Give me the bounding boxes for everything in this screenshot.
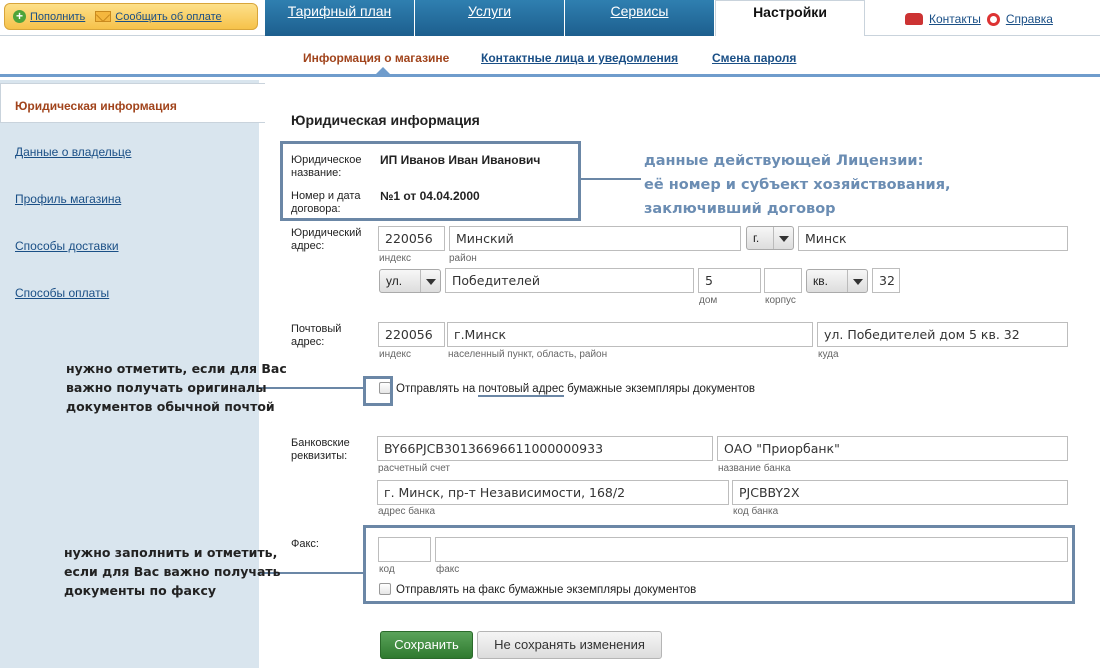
legal-index-input[interactable]: 220056	[378, 226, 445, 251]
annotation-box-postal-checkbox	[363, 376, 393, 406]
legal-locality-input[interactable]: Минск	[798, 226, 1068, 251]
hint-building: корпус	[765, 295, 796, 306]
top-bar: + Пополнить Сообщить об оплате Тарифный …	[0, 0, 1100, 36]
street-input[interactable]: Победителей	[445, 268, 694, 293]
contacts-link[interactable]: Контакты	[929, 12, 981, 26]
topup-link[interactable]: Пополнить	[30, 11, 85, 23]
annotation-connector-license	[581, 178, 641, 180]
chevron-down-icon	[847, 270, 867, 292]
hint-index: индекс	[379, 253, 411, 264]
hint-account: расчетный счет	[378, 463, 451, 474]
apt-input[interactable]: 32	[872, 268, 900, 293]
fax-label: Факс:	[291, 538, 319, 550]
legal-district-input[interactable]: Минский	[449, 226, 741, 251]
phone-icon[interactable]	[905, 13, 923, 25]
bank-label: Банковские реквизиты:	[291, 437, 350, 462]
chevron-down-icon	[773, 227, 793, 249]
top-links: Контакты Справка	[905, 12, 1053, 26]
subnav-change-password[interactable]: Смена пароля	[712, 51, 796, 65]
hint-district: район	[449, 253, 477, 264]
postal-index-input[interactable]: 220056	[378, 322, 445, 347]
hint-postal-locality: населенный пункт, область, район	[448, 349, 608, 360]
save-button[interactable]: Сохранить	[380, 631, 473, 659]
sub-navigation: Информация о магазине Контактные лица и …	[0, 37, 1100, 77]
apt-type-select[interactable]: кв.	[806, 269, 868, 293]
chevron-down-icon	[420, 270, 440, 292]
locality-type-select[interactable]: г.	[746, 226, 794, 250]
discard-changes-button[interactable]: Не сохранять изменения	[477, 631, 662, 659]
annotation-postal-note: нужно отметить, если для Вас важно получ…	[66, 361, 287, 414]
bank-name-input[interactable]: ОАО "Приорбанк"	[717, 436, 1068, 461]
hint-postal-index: индекс	[379, 349, 411, 360]
lifebuoy-icon[interactable]	[986, 12, 1000, 26]
tab-services[interactable]: Услуги	[415, 0, 565, 36]
tab-settings[interactable]: Настройки	[715, 0, 865, 36]
legal-address-label: Юридический адрес:	[291, 227, 362, 252]
tab-tariff-plan[interactable]: Тарифный план	[265, 0, 415, 36]
send-postal-label: Отправлять на почтовый адрес бумажные эк…	[396, 383, 755, 397]
subnav-contacts-notifications[interactable]: Контактные лица и уведомления	[481, 51, 678, 65]
sidebar-item-delivery[interactable]: Способы доставки	[15, 239, 119, 253]
sidebar-item-shop-profile[interactable]: Профиль магазина	[15, 192, 121, 206]
page-title: Юридическая информация	[291, 112, 480, 128]
help-link[interactable]: Справка	[1006, 12, 1053, 26]
subnav-shop-info[interactable]: Информация о магазине	[303, 51, 449, 65]
postal-where-input[interactable]: ул. Победителей дом 5 кв. 32	[817, 322, 1068, 347]
bank-code-input[interactable]: PJCBBY2X	[732, 480, 1068, 505]
building-input[interactable]	[764, 268, 802, 293]
postal-locality-input[interactable]: г.Минск	[447, 322, 813, 347]
plus-icon[interactable]: +	[13, 10, 26, 23]
hint-house: дом	[699, 295, 718, 306]
annotation-fax-note: нужно заполнить и отметить, если для Вас…	[64, 545, 281, 598]
postal-address-label: Почтовый адрес:	[291, 323, 342, 348]
envelope-icon[interactable]	[95, 11, 112, 22]
sidebar-item-label: Юридическая информация	[15, 99, 177, 113]
street-type-select[interactable]: ул.	[379, 269, 441, 293]
bank-address-input[interactable]: г. Минск, пр-т Независимости, 168/2	[377, 480, 729, 505]
postal-address-link[interactable]: почтовый адрес	[478, 383, 564, 397]
sidebar-item-owner[interactable]: Данные о владельце	[15, 145, 131, 159]
sidebar-item-legal-info[interactable]: Юридическая информация	[0, 83, 277, 123]
hint-bank-code: код банка	[733, 506, 779, 517]
hint-postal-where: куда	[818, 349, 839, 360]
hint-bank-address: адрес банка	[378, 506, 436, 517]
annotation-license-note: данные действующей Лицензии: её номер и …	[644, 153, 951, 217]
annotation-box-fax	[363, 525, 1075, 604]
subnav-active-caret	[375, 67, 391, 75]
hint-bank-name: название банка	[718, 463, 791, 474]
house-input[interactable]: 5	[698, 268, 761, 293]
balance-actions: + Пополнить Сообщить об оплате	[4, 3, 258, 30]
sidebar-item-payment[interactable]: Способы оплаты	[15, 286, 109, 300]
annotation-box-license	[280, 141, 581, 221]
bank-account-input[interactable]: BY66PJCB30136696611000000933	[377, 436, 713, 461]
report-payment-link[interactable]: Сообщить об оплате	[115, 11, 221, 23]
tab-tools[interactable]: Сервисы	[565, 0, 715, 36]
main-tabs: Тарифный план Услуги Сервисы Настройки	[265, 0, 865, 36]
